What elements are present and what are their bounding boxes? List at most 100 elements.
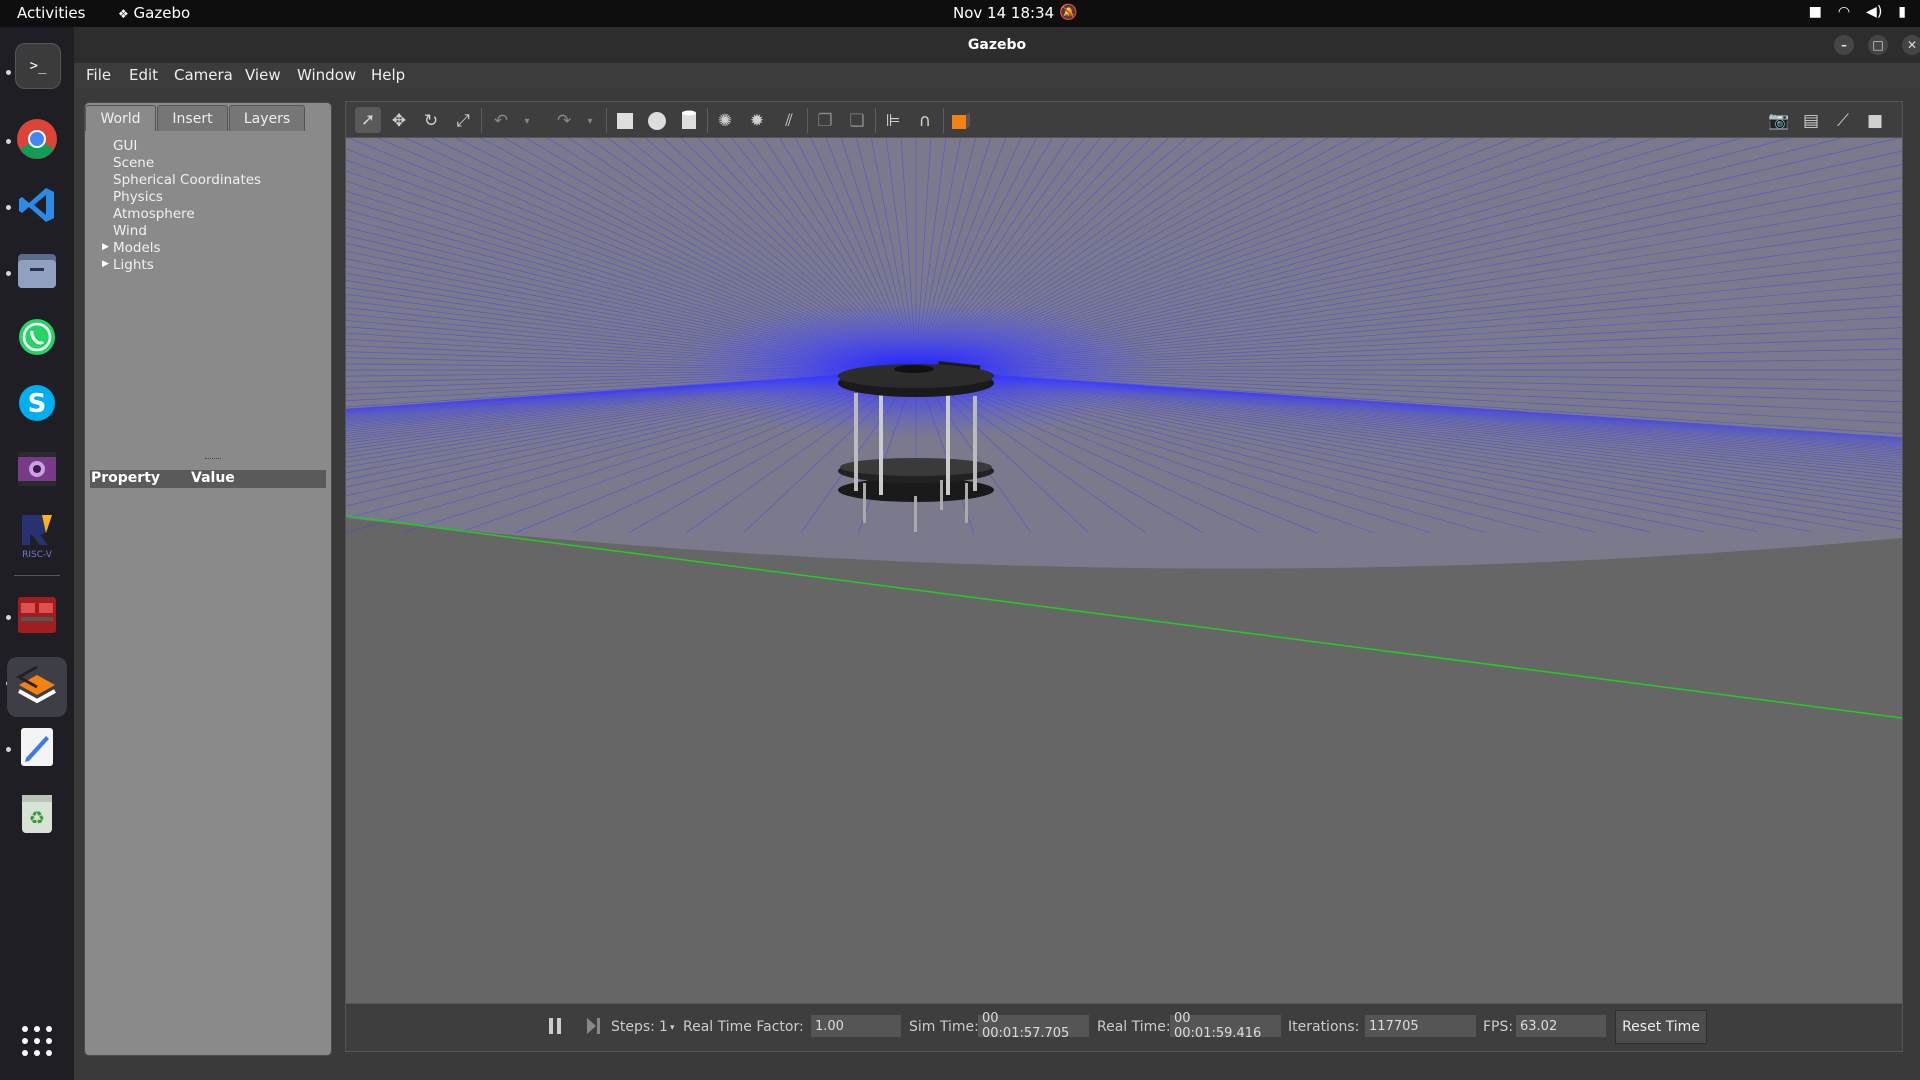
battery-icon: ▮ [1898,4,1906,20]
real-time-factor-value: 1.00 [811,1015,901,1037]
tree-item-wind[interactable]: Wind [113,223,147,239]
maximize-button[interactable]: □ [1868,35,1888,55]
expand-arrow-icon[interactable]: ▶ [102,242,109,252]
steps-dropdown-icon[interactable]: ▾ [670,1023,675,1033]
files-icon[interactable] [15,249,59,293]
rotate-mode-icon[interactable]: ↻ [420,110,442,132]
tree-item-spherical-coordinates[interactable]: Spherical Coordinates [113,172,261,188]
menu-file[interactable]: File [86,66,111,84]
chrome-icon[interactable] [15,117,59,161]
vscode-icon[interactable] [15,183,59,227]
minimize-button[interactable]: – [1834,35,1854,55]
panel-splitter-handle[interactable] [205,458,221,462]
menu-window[interactable]: Window [297,66,356,84]
point-light-icon[interactable]: ✺ [714,110,736,132]
sim-time-label: Sim Time: [909,1019,979,1035]
wifi-icon: ◠ [1837,4,1851,20]
log-data-icon[interactable]: ▤ [1800,110,1822,132]
property-column-header: Property [91,470,161,486]
reset-time-button[interactable]: Reset Time [1615,1010,1707,1044]
riscv-icon[interactable]: RISC-V [15,513,59,559]
copy-icon[interactable]: ❐ [814,110,836,132]
scene-render[interactable] [346,138,1902,1004]
dock: >_ S RISC-V ♻ [0,27,74,1080]
video-app-icon[interactable] [15,447,59,491]
redo-icon[interactable]: ↷ [553,110,575,132]
text-editor-icon[interactable] [15,725,59,769]
gazebo-icon[interactable] [7,657,67,717]
step-forward-icon[interactable] [586,1017,602,1035]
iterations-value: 117705 [1365,1015,1476,1037]
tree-item-models[interactable]: ▶ Models [102,240,161,256]
svg-text:♻: ♻ [29,808,45,829]
notifications-off-icon[interactable]: 🔕 [1059,3,1078,21]
menu-bar: File Edit Camera View Window Help [74,63,1920,89]
tab-world[interactable]: World [85,105,156,131]
camera-indicator-icon: ■ [1808,4,1822,20]
real-time-label: Real Time: [1097,1019,1171,1035]
undo-history-dropdown-icon[interactable]: ▾ [516,110,538,132]
3d-viewport[interactable] [345,137,1903,1005]
tree-item-lights[interactable]: ▶ Lights [102,257,154,273]
skype-icon[interactable]: S [15,381,59,425]
tree-item-models-label: Models [113,240,161,256]
screenshot-camera-icon[interactable]: 📷 [1768,110,1790,132]
menu-view[interactable]: View [245,66,281,84]
gazebo-window: Gazebo – □ ✕ File Edit Camera View Windo… [74,27,1920,1080]
tab-insert[interactable]: Insert [157,105,228,131]
scale-mode-icon[interactable]: ⤢ [452,110,474,132]
trash-icon[interactable]: ♻ [15,791,59,835]
video-record-icon[interactable]: ■ [1864,110,1886,132]
translate-mode-icon[interactable]: ✥ [388,110,410,132]
undo-icon[interactable]: ↶ [490,110,512,132]
iterations-label: Iterations: [1288,1019,1360,1035]
red-app-icon[interactable] [15,593,59,637]
whatsapp-icon[interactable] [15,315,59,359]
activities-button[interactable]: Activities [17,4,85,22]
real-time-value: 00 00:01:59.416 [1170,1011,1281,1041]
plot-icon[interactable]: ⟋ [1832,110,1854,132]
app-menu[interactable]: ❖ Gazebo [118,4,190,22]
tab-layers[interactable]: Layers [229,105,305,131]
close-button[interactable]: ✕ [1902,35,1920,55]
title-bar[interactable]: Gazebo – □ ✕ [74,27,1920,63]
pause-icon[interactable] [548,1017,562,1035]
value-column-header: Value [191,470,235,486]
paste-icon[interactable]: ❏ [846,110,868,132]
tree-item-gui[interactable]: GUI [113,138,137,154]
menu-camera[interactable]: Camera [174,66,233,84]
left-panel: World Insert Layers GUI Scene Spherical … [84,102,332,1056]
tree-item-atmosphere[interactable]: Atmosphere [113,206,195,222]
gazebo-small-icon: ❖ [118,7,129,21]
view-angle-icon[interactable] [950,110,972,132]
box-shape-icon[interactable] [614,110,636,132]
svg-text:RISC-V: RISC-V [22,550,53,559]
property-table-header: Property Value [90,470,326,488]
fps-value: 63.02 [1516,1015,1606,1037]
simulation-status-bar: Steps: 1 ▾ Real Time Factor: 1.00 Sim Ti… [345,1003,1903,1052]
expand-arrow-icon[interactable]: ▶ [102,259,109,269]
cylinder-shape-icon[interactable] [678,110,700,132]
top-bar: Activities ❖ Gazebo Nov 14 18:34 🔕 ■ ◠ ◀… [0,0,1920,27]
volume-icon: ◀) [1866,4,1883,20]
steps-value[interactable]: 1 [659,1019,668,1035]
real-time-factor-label: Real Time Factor: [683,1019,804,1035]
sphere-shape-icon[interactable] [646,110,668,132]
align-icon[interactable]: ⊫ [882,110,904,132]
snap-magnet-icon[interactable]: ∩ [914,110,936,132]
redo-history-dropdown-icon[interactable]: ▾ [579,110,601,132]
system-tray[interactable]: ■ ◠ ◀) ▮ [1809,4,1906,20]
show-apps-grid-icon[interactable] [15,1019,59,1063]
clock[interactable]: Nov 14 18:34 [953,4,1054,22]
menu-edit[interactable]: Edit [129,66,158,84]
steps-label: Steps: [611,1019,655,1035]
terminal-icon[interactable]: >_ [15,43,61,89]
tree-item-scene[interactable]: Scene [113,155,154,171]
fps-label: FPS: [1483,1019,1514,1035]
directional-light-icon[interactable]: ⫽ [778,110,800,132]
spot-light-icon[interactable]: ✹ [746,110,768,132]
tree-item-physics[interactable]: Physics [113,189,163,205]
select-mode-icon[interactable]: ➚ [355,107,381,133]
svg-text:S: S [28,389,47,419]
menu-help[interactable]: Help [371,66,405,84]
